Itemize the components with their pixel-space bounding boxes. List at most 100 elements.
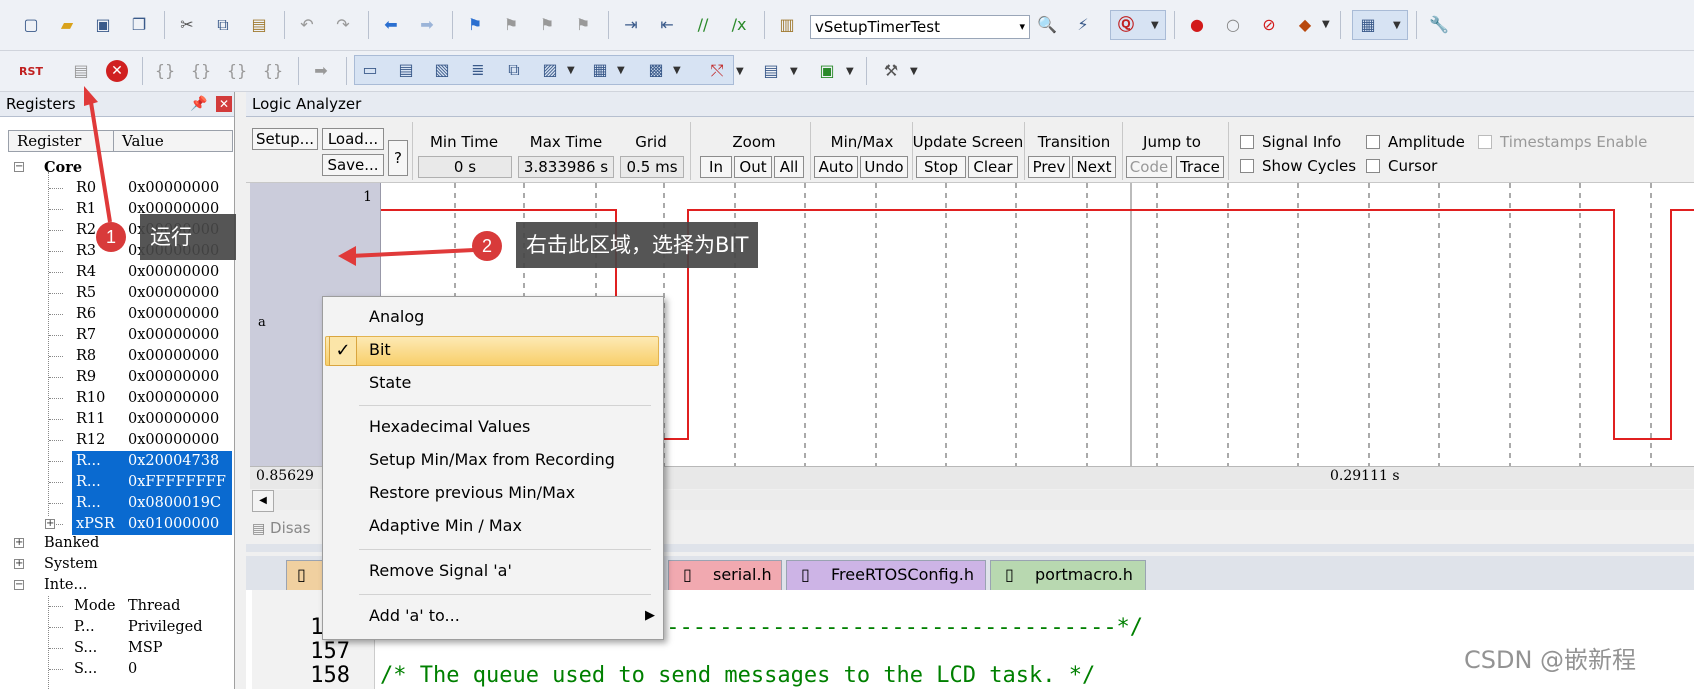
register-name[interactable]: R10 (72, 388, 105, 409)
jump-code-button[interactable]: Code (1126, 156, 1172, 178)
signal-name[interactable]: a (258, 315, 266, 330)
uncomment-icon[interactable]: /x (728, 14, 750, 36)
watch-window-icon[interactable]: ▨ (539, 59, 561, 81)
register-name[interactable]: R5 (72, 283, 96, 304)
indent-icon[interactable]: ⇥ (620, 14, 642, 36)
load-button[interactable]: Load... (322, 128, 384, 150)
amplitude-checkbox[interactable] (1366, 135, 1380, 149)
prev-button[interactable]: Prev (1028, 156, 1070, 178)
redo-icon[interactable]: ↷ (332, 14, 354, 36)
copy-icon[interactable]: ⧉ (212, 14, 234, 36)
bookmark-clear-icon[interactable]: ⚑ (572, 14, 594, 36)
internal-name[interactable]: Mode (74, 596, 115, 617)
configure-icon[interactable]: 🔧 (1428, 14, 1450, 36)
tree-system[interactable]: System (44, 554, 98, 575)
register-name[interactable]: R0 (72, 178, 96, 199)
nav-back-icon[interactable]: ⬅ (380, 14, 402, 36)
target-combo[interactable]: vSetupTimerTest ▾ (810, 15, 1030, 39)
internal-value[interactable]: Privileged (128, 617, 203, 638)
breakpoint-disable-icon[interactable]: ○ (1222, 14, 1244, 36)
editor-tab[interactable]: ▯ FreeRTOSConfig.h (786, 560, 986, 590)
window-layout-icon[interactable]: ▦ (1357, 14, 1379, 36)
new-file-icon[interactable]: ▢ (20, 14, 42, 36)
scrollbar-left-arrow[interactable]: ◀ (252, 490, 274, 512)
register-name[interactable]: R11 (72, 409, 105, 430)
find-in-files-icon[interactable]: ▥ (776, 14, 798, 36)
bookmark-prev-icon[interactable]: ⚑ (500, 14, 522, 36)
code-line[interactable]: ---------------------------------------*… (600, 616, 1143, 640)
register-name[interactable]: R8 (72, 346, 96, 367)
register-name[interactable]: R7 (72, 325, 96, 346)
column-header-register[interactable]: Register (8, 130, 114, 152)
internal-value[interactable]: Thread (128, 596, 180, 617)
save-button[interactable]: Save... (322, 154, 384, 176)
close-icon[interactable]: ✕ (216, 96, 232, 112)
register-name[interactable]: R2 (72, 220, 96, 241)
register-value[interactable]: 0x00000000 (124, 304, 219, 325)
help-button[interactable]: ? (388, 140, 408, 176)
disassembly-window-icon[interactable]: ▤ (395, 59, 417, 81)
register-value[interactable]: 0x00000000 (124, 367, 219, 388)
register-value[interactable]: 0x00000000 (124, 409, 219, 430)
bookmark-icon[interactable]: ⚑ (464, 14, 486, 36)
stop-button[interactable]: Stop (916, 156, 966, 178)
call-stack-window-icon[interactable]: ⧉ (503, 59, 525, 81)
analysis-window-icon[interactable]: ⤲ (706, 60, 728, 82)
internal-value[interactable]: MSP (128, 638, 163, 659)
zoom-in-button[interactable]: In (700, 156, 732, 178)
register-name[interactable]: R... (72, 472, 126, 493)
next-button[interactable]: Next (1072, 156, 1116, 178)
step-out-icon[interactable]: {} (226, 60, 248, 82)
tree-core[interactable]: Core (44, 157, 82, 178)
register-name[interactable]: R12 (72, 430, 105, 451)
collapse-internal-icon[interactable]: − (14, 580, 24, 590)
unindent-icon[interactable]: ⇤ (656, 14, 678, 36)
register-value[interactable]: 0x00000000 (124, 283, 219, 304)
register-name[interactable]: R... (72, 493, 126, 514)
open-folder-icon[interactable]: ▰ (56, 14, 78, 36)
stop-icon[interactable]: ✕ (106, 60, 128, 82)
menu-item[interactable]: State (369, 373, 411, 393)
chevron-down-icon[interactable]: ▾ (1019, 16, 1025, 38)
timestamps-checkbox[interactable] (1478, 135, 1492, 149)
zoom-all-button[interactable]: All (774, 156, 804, 178)
menu-item[interactable]: Bit (369, 340, 391, 360)
tree-internal[interactable]: Inte... (44, 575, 87, 596)
register-value[interactable]: 0xFFFFFFFF (124, 472, 232, 493)
register-value[interactable]: 0x00000000 (124, 178, 219, 199)
step-into-icon[interactable]: {} (154, 60, 176, 82)
register-name[interactable]: R4 (72, 262, 96, 283)
register-value[interactable]: 0x01000000 (124, 514, 232, 535)
code-line[interactable]: /* The queue used to send messages to th… (380, 664, 1095, 688)
toolbox-icon[interactable]: ⚒ (880, 60, 902, 82)
register-value[interactable]: 0x00000000 (124, 388, 219, 409)
find-icon[interactable]: 🔍 (1036, 14, 1058, 36)
register-value[interactable]: 0x20004738 (124, 451, 232, 472)
clear-button[interactable]: Clear (968, 156, 1018, 178)
setup-button[interactable]: Setup... (252, 128, 318, 150)
register-value[interactable]: 0x0800019C (124, 493, 232, 514)
nav-forward-icon[interactable]: ➡ (416, 14, 438, 36)
step-over-icon[interactable]: {} (190, 60, 212, 82)
save-icon[interactable]: ▣ (92, 14, 114, 36)
reset-icon[interactable]: RST (19, 60, 43, 82)
run-to-cursor-icon[interactable]: {} (262, 60, 284, 82)
internal-name[interactable]: P... (74, 617, 95, 638)
signal-info-checkbox[interactable] (1240, 135, 1254, 149)
serial-window-icon[interactable]: ▩ (645, 59, 667, 81)
register-name[interactable]: R6 (72, 304, 96, 325)
editor-tab[interactable]: ▯ portmacro.h (990, 560, 1146, 590)
register-value[interactable]: 0x00000000 (124, 430, 219, 451)
column-header-value[interactable]: Value (113, 130, 233, 152)
registers-window-icon[interactable]: ≣ (467, 59, 489, 81)
register-value[interactable]: 0x00000000 (124, 262, 219, 283)
collapse-core-icon[interactable]: − (14, 162, 24, 172)
menu-item[interactable]: Restore previous Min/Max (369, 483, 575, 503)
cut-icon[interactable]: ✂ (176, 14, 198, 36)
command-window-icon[interactable]: ▭ (359, 59, 381, 81)
debug-start-icon[interactable]: Ⓠ (1115, 14, 1137, 36)
jump-trace-button[interactable]: Trace (1176, 156, 1224, 178)
show-cycles-checkbox[interactable] (1240, 159, 1254, 173)
symbols-window-icon[interactable]: ▧ (431, 59, 453, 81)
breakpoint-icon[interactable]: ● (1186, 14, 1208, 36)
